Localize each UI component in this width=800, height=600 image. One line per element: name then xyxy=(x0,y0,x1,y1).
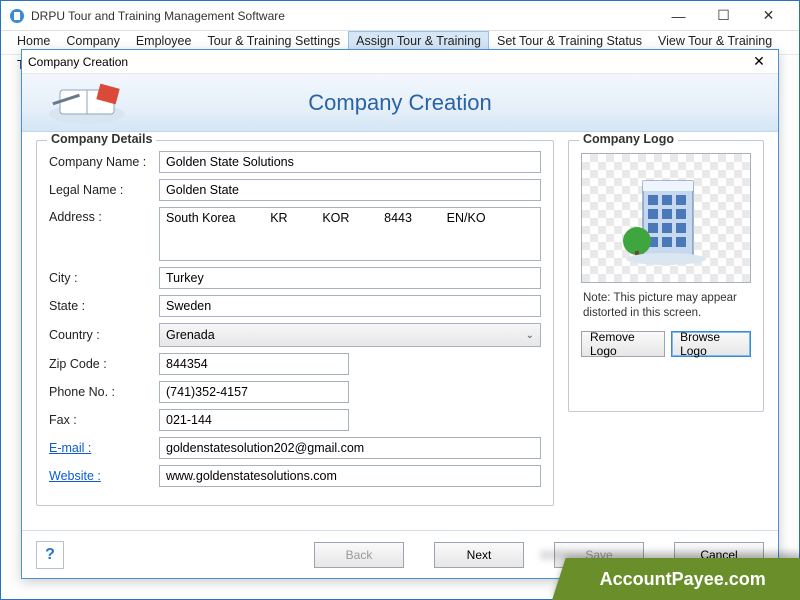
country-value: Grenada xyxy=(166,328,215,342)
website-label[interactable]: Website : xyxy=(49,469,159,483)
state-input[interactable] xyxy=(159,295,541,317)
email-label[interactable]: E-mail : xyxy=(49,441,159,455)
company-name-input[interactable] xyxy=(159,151,541,173)
company-details-fieldset: Company Details Company Name : Legal Nam… xyxy=(36,140,554,506)
dialog-title: Company Creation xyxy=(28,55,746,69)
city-input[interactable] xyxy=(159,267,541,289)
fax-label: Fax : xyxy=(49,413,159,427)
dialog-titlebar: Company Creation ✕ xyxy=(22,50,778,74)
company-logo-legend: Company Logo xyxy=(579,132,678,146)
state-label: State : xyxy=(49,299,159,313)
help-button[interactable]: ? xyxy=(36,541,64,569)
company-name-label: Company Name : xyxy=(49,155,159,169)
logo-note: Note: This picture may appear distorted … xyxy=(583,291,749,321)
watermark-badge: AccountPayee.com xyxy=(552,558,800,600)
close-button[interactable]: ✕ xyxy=(746,2,791,30)
app-icon xyxy=(9,8,25,24)
maximize-button[interactable]: ☐ xyxy=(701,2,746,30)
company-creation-dialog: Company Creation ✕ Company Creation Comp… xyxy=(21,49,779,579)
city-label: City : xyxy=(49,271,159,285)
phone-input[interactable] xyxy=(159,381,349,403)
website-input[interactable] xyxy=(159,465,541,487)
building-icon xyxy=(611,163,721,273)
dialog-header-title: Company Creation xyxy=(308,90,491,116)
phone-label: Phone No. : xyxy=(49,385,159,399)
country-label: Country : xyxy=(49,328,159,342)
address-input[interactable]: South Korea KR KOR 8443 EN/KO xyxy=(159,207,541,261)
remove-logo-button[interactable]: Remove Logo xyxy=(581,331,665,357)
legal-name-input[interactable] xyxy=(159,179,541,201)
address-label: Address : xyxy=(49,207,159,224)
email-input[interactable] xyxy=(159,437,541,459)
zip-label: Zip Code : xyxy=(49,357,159,371)
zip-input[interactable] xyxy=(159,353,349,375)
dialog-header: Company Creation xyxy=(22,74,778,132)
legal-name-label: Legal Name : xyxy=(49,183,159,197)
back-button[interactable]: Back xyxy=(314,542,404,568)
dialog-close-button[interactable]: ✕ xyxy=(746,53,772,70)
country-select[interactable]: Grenada ⌄ xyxy=(159,323,541,347)
main-titlebar: DRPU Tour and Training Management Softwa… xyxy=(1,1,799,31)
notebook-icon xyxy=(42,80,132,126)
company-logo-preview xyxy=(581,153,751,283)
fax-input[interactable] xyxy=(159,409,349,431)
company-logo-fieldset: Company Logo xyxy=(568,140,764,412)
browse-logo-button[interactable]: Browse Logo xyxy=(671,331,751,357)
minimize-button[interactable]: — xyxy=(656,2,701,30)
chevron-down-icon: ⌄ xyxy=(526,330,534,341)
company-details-legend: Company Details xyxy=(47,132,156,146)
watermark-text: AccountPayee.com xyxy=(600,569,766,590)
next-button[interactable]: Next xyxy=(434,542,524,568)
main-title: DRPU Tour and Training Management Softwa… xyxy=(31,9,656,23)
